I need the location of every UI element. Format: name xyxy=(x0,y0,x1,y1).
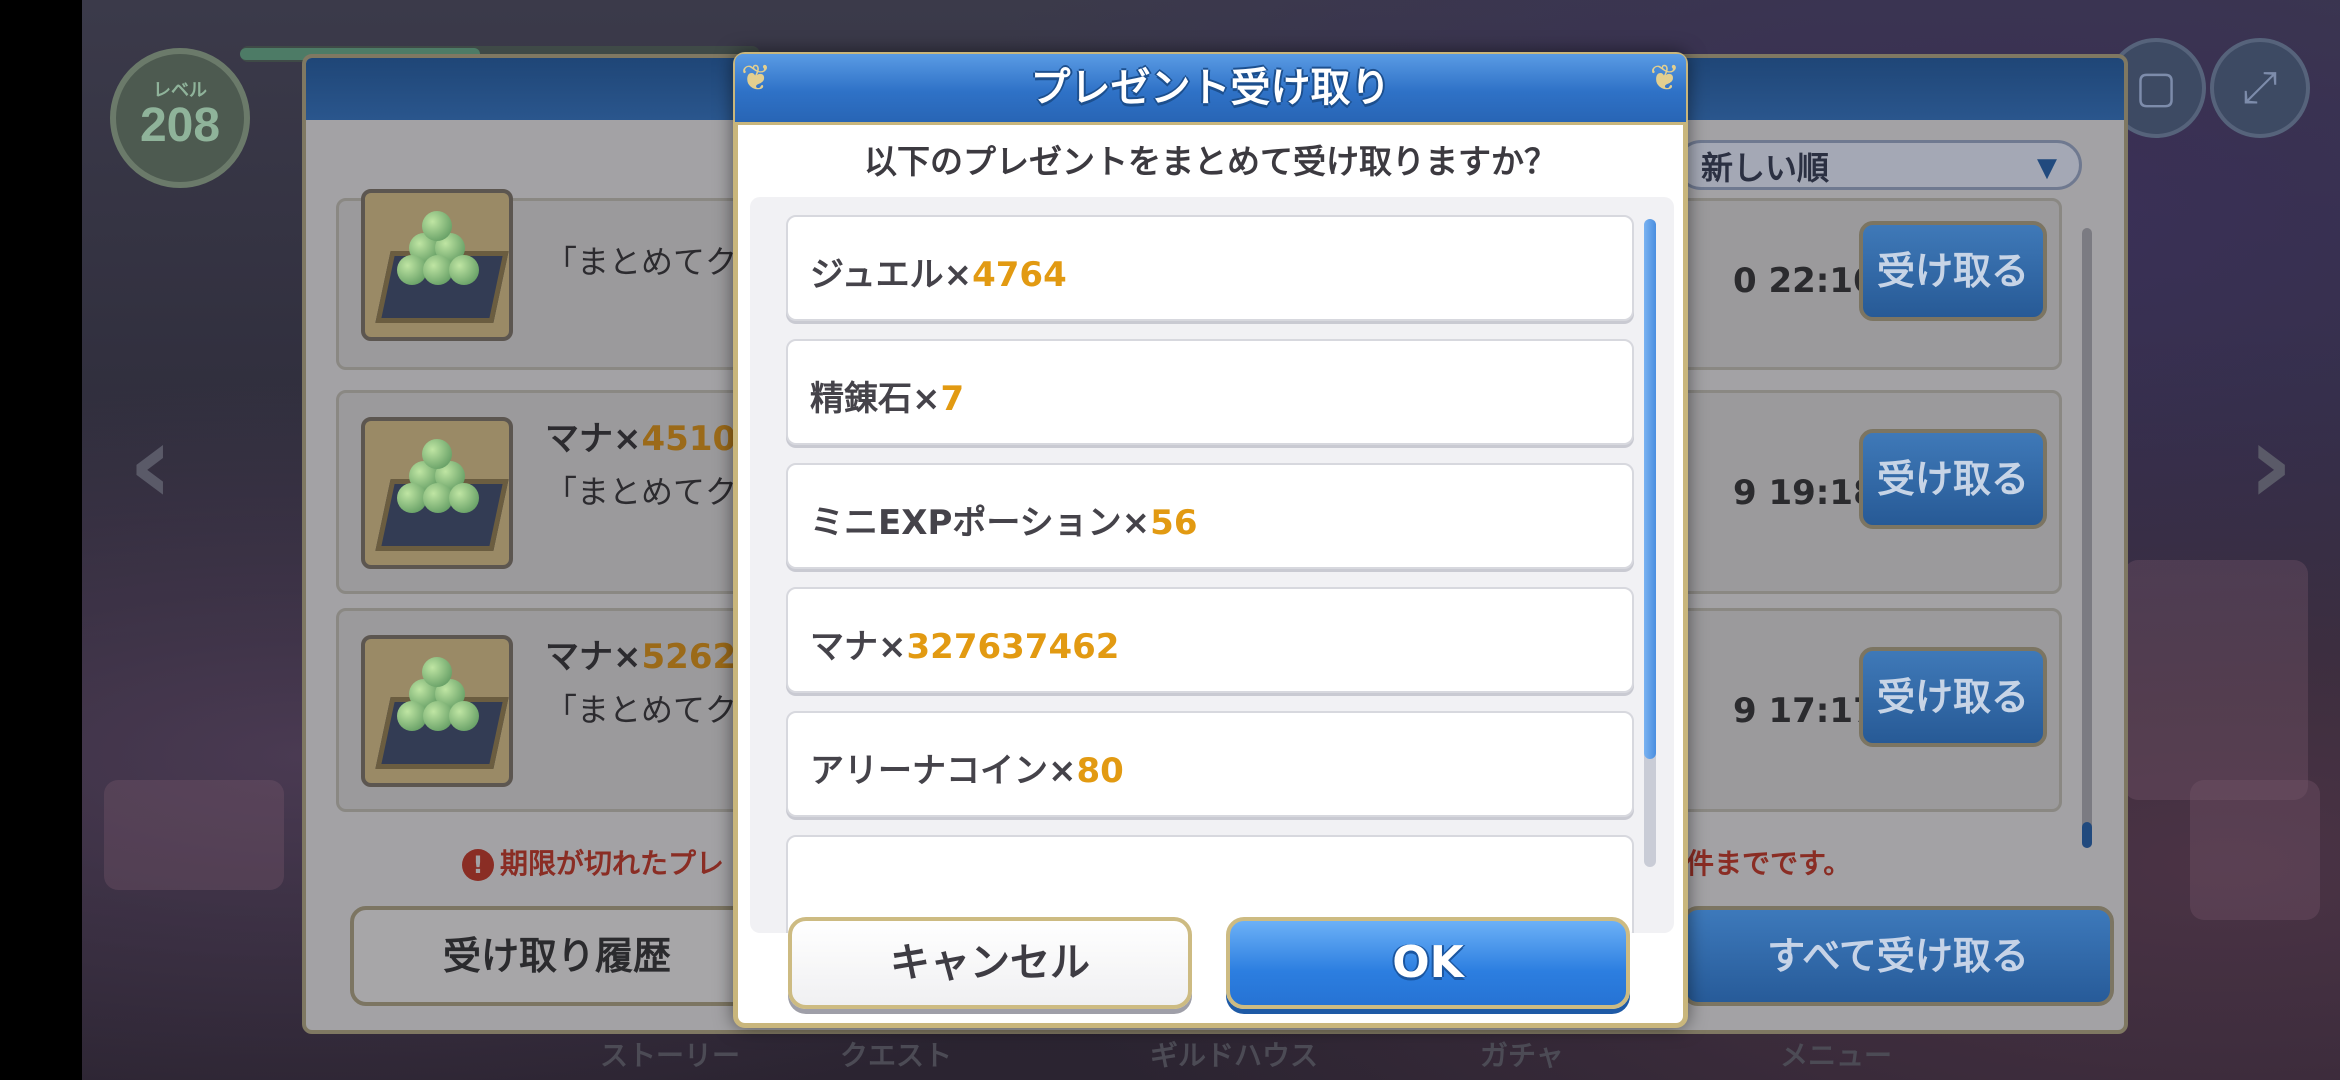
dialog-title: プレゼント受け取り xyxy=(1030,65,1391,111)
player-level: 208 xyxy=(139,99,221,152)
reward-item: ジュエル×4764 xyxy=(786,215,1634,321)
right-arrow-icon[interactable]: › xyxy=(2248,400,2293,528)
reward-item: 精錬石×7 xyxy=(786,339,1634,445)
player-level-badge: レベル 208 xyxy=(110,48,250,188)
nav-quest[interactable]: クエスト xyxy=(840,1034,952,1074)
scroll-thumb[interactable] xyxy=(1644,219,1656,759)
alert-icon: ! xyxy=(462,849,494,881)
reward-value: 327637462 xyxy=(906,627,1120,667)
reward-value: 7 xyxy=(940,379,965,419)
receive-button[interactable]: 受け取る xyxy=(1859,647,2047,747)
nav-menu[interactable]: メニュー xyxy=(1780,1034,1892,1074)
item-name: マナ×52627 xyxy=(545,637,760,677)
item-date: 0 22:10 xyxy=(1733,261,1877,301)
notice-panel[interactable] xyxy=(2124,560,2308,800)
reward-label: アリーナコイン× xyxy=(810,751,1077,791)
reward-item: マナ×327637462 xyxy=(786,587,1634,693)
ok-button[interactable]: OK xyxy=(1226,917,1630,1009)
bottom-nav: ストーリー ギルドハウス ガチャ メニュー クエスト xyxy=(300,1024,2120,1080)
item-desc: 「まとめてク xyxy=(545,473,738,511)
reward-label: ジュエル× xyxy=(810,255,973,295)
mana-icon xyxy=(361,189,513,341)
nav-story[interactable]: ストーリー xyxy=(600,1034,740,1074)
reward-list[interactable]: ジュエル×4764 精錬石×7 ミニEXPポーション×56 マナ×3276374… xyxy=(750,197,1674,933)
item-name: マナ×45109 xyxy=(545,419,760,459)
receive-all-button[interactable]: すべて受け取る xyxy=(1682,906,2114,1006)
item-date: 9 19:18 xyxy=(1733,473,1877,513)
left-arrow-icon[interactable]: ‹ xyxy=(128,400,173,528)
item-desc: 「まとめてク xyxy=(545,243,738,281)
reward-value: 80 xyxy=(1076,751,1124,791)
reward-scrollbar[interactable] xyxy=(1644,219,1656,867)
cancel-button[interactable]: キャンセル xyxy=(788,917,1192,1009)
dialog-header: ❦ ❦ プレゼント受け取り xyxy=(735,54,1686,125)
item-desc: 「まとめてク xyxy=(545,691,738,729)
reward-item: アリーナコイン×80 xyxy=(786,711,1634,817)
reward-label: マナ× xyxy=(810,627,907,667)
reward-label: ミニEXPポーション× xyxy=(810,503,1151,543)
expiry-warning: ! 期限が切れたプレ xyxy=(462,842,724,882)
event-banner[interactable] xyxy=(104,780,284,890)
sort-label: 新しい順 xyxy=(1701,149,1830,187)
reward-item: ミニEXPポーション×56 xyxy=(786,463,1634,569)
dialog-question: 以下のプレゼントをまとめて受け取りますか？ xyxy=(864,142,1557,181)
reward-value: 4764 xyxy=(972,255,1067,295)
expiry-warning-tail: 件までです。 xyxy=(1686,847,1852,880)
list-scrollbar[interactable] xyxy=(2082,228,2092,848)
receive-button[interactable]: 受け取る xyxy=(1859,429,2047,529)
history-button[interactable]: 受け取り履歴 xyxy=(350,906,764,1006)
reward-value: 56 xyxy=(1150,503,1198,543)
present-confirm-dialog: ❦ ❦ プレゼント受け取り 以下のプレゼントをまとめて受け取りますか？ ジュエル… xyxy=(733,52,1688,1028)
nav-gacha[interactable]: ガチャ xyxy=(1480,1034,1564,1074)
receive-button[interactable]: 受け取る xyxy=(1859,221,2047,321)
sort-dropdown[interactable]: 新しい順 ▼ xyxy=(1676,140,2082,190)
mana-icon xyxy=(361,417,513,569)
gift-icon[interactable] xyxy=(2190,780,2320,920)
mana-icon xyxy=(361,635,513,787)
expand-icon[interactable]: ⤢ xyxy=(2210,38,2310,138)
nav-guildhouse[interactable]: ギルドハウス xyxy=(1150,1034,1318,1074)
item-date: 9 17:17 xyxy=(1733,691,1877,731)
reward-label: 精錬石× xyxy=(810,379,941,419)
chevron-down-icon: ▼ xyxy=(2037,153,2057,183)
